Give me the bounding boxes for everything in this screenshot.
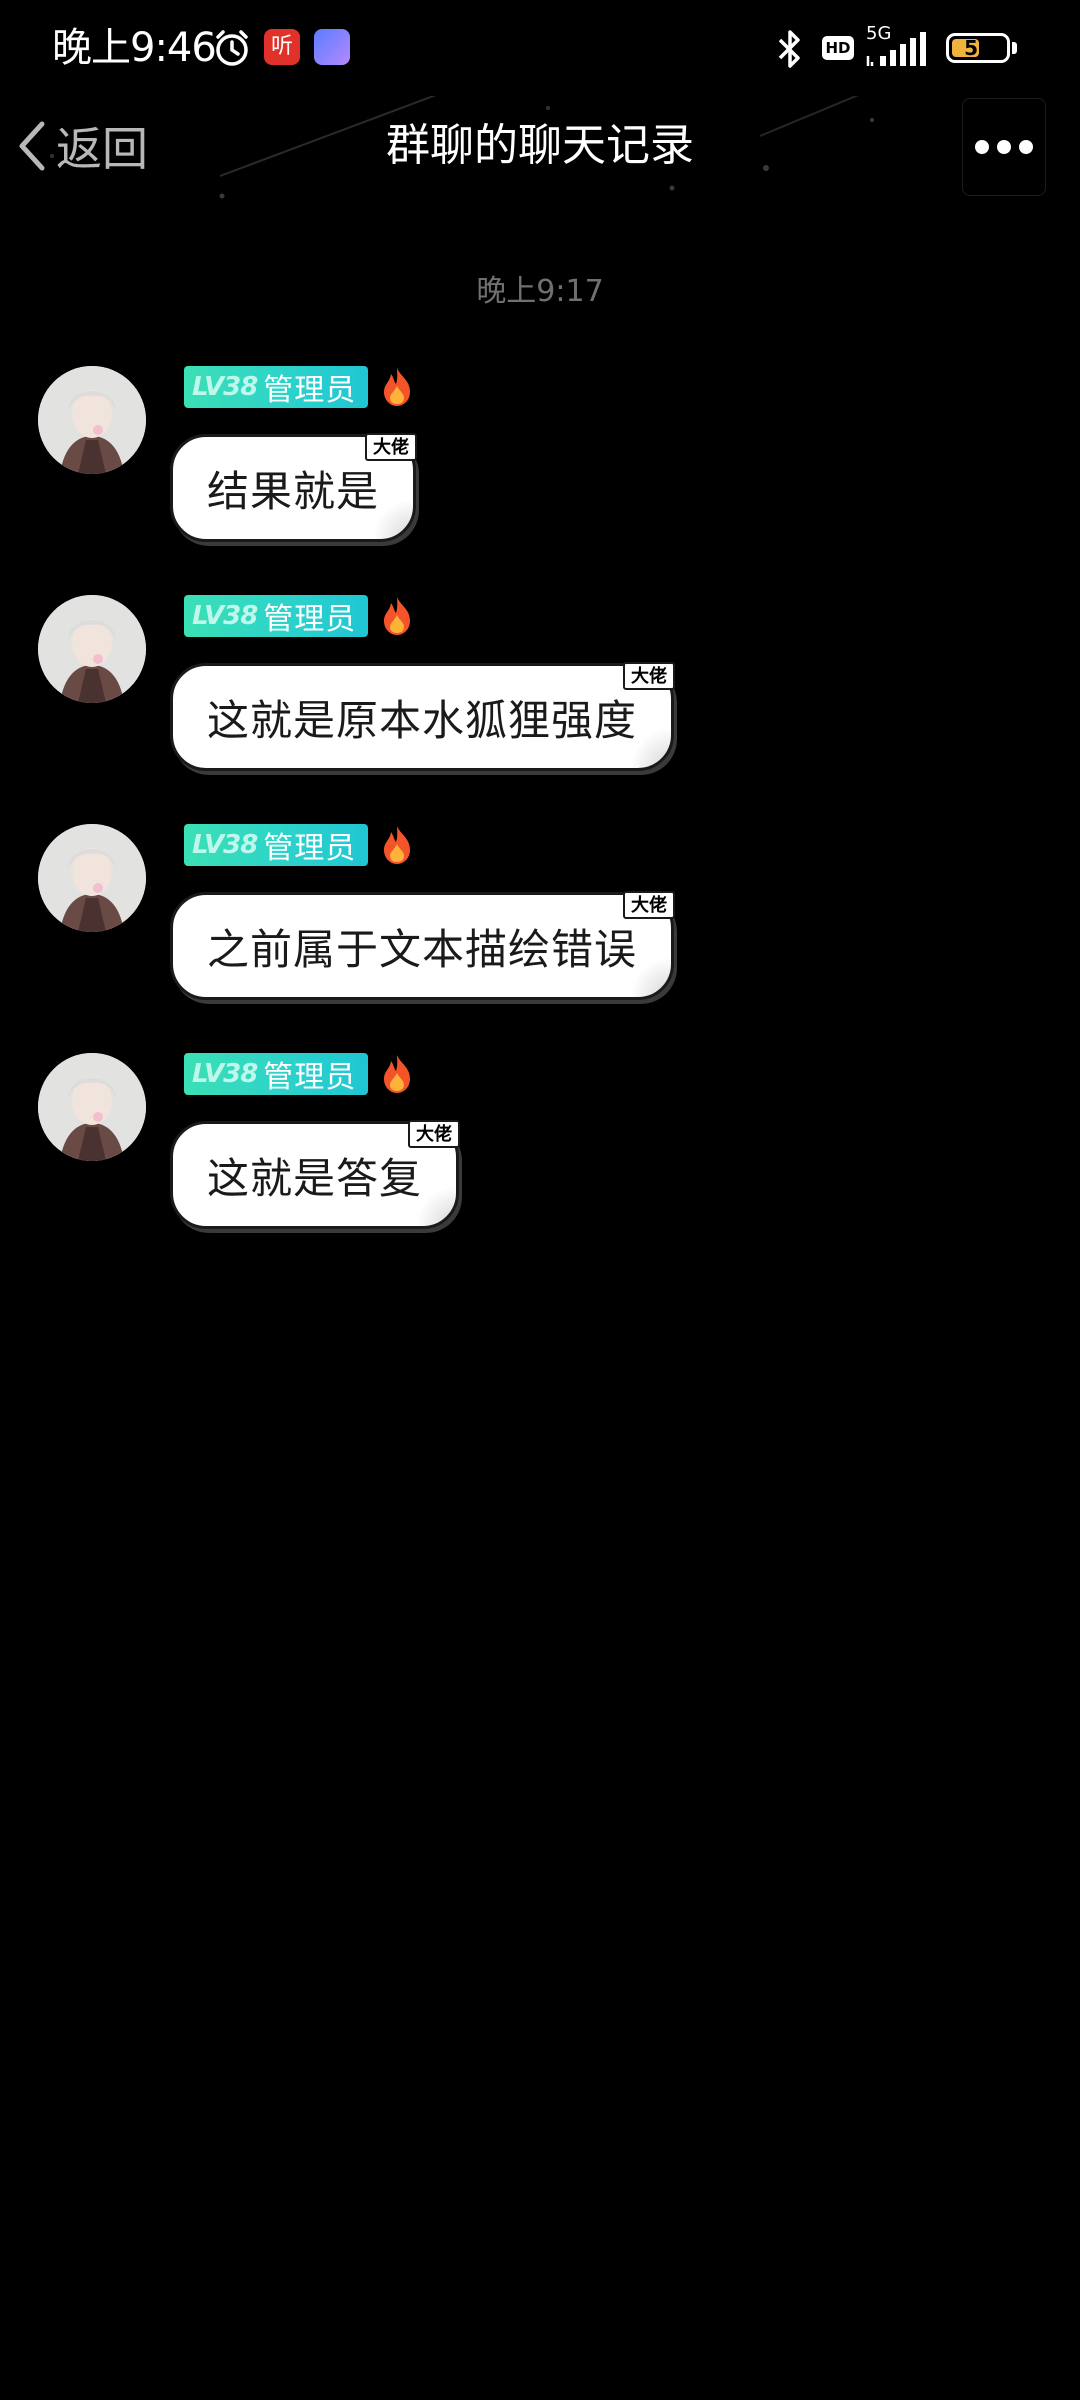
avatar-image (38, 1053, 146, 1161)
nav-bar: 返回 群聊的聊天记录 (0, 96, 1080, 200)
role-text: 管理员 (263, 1060, 357, 1095)
user-badges: LV38 管理员 (184, 595, 414, 637)
hd-icon: HD (822, 36, 854, 60)
avatar[interactable] (38, 824, 146, 932)
message-bubble[interactable]: 这就是答复 大佬 (170, 1120, 461, 1229)
more-button[interactable] (962, 98, 1046, 196)
role-text: 管理员 (263, 831, 357, 866)
status-time: 晚上9:46 (52, 25, 217, 71)
role-text: 管理员 (263, 373, 357, 408)
avatar[interactable] (38, 366, 146, 474)
message-bubble[interactable]: 之前属于文本描绘错误 大佬 (170, 891, 676, 1000)
message-item: LV38 管理员 之前属于文本描绘错误 大佬 (0, 824, 1080, 1034)
battery-cap (1012, 42, 1017, 54)
user-badges: LV38 管理员 (184, 366, 414, 408)
status-bar: 晚上9:46 听 HD 5G 52 (0, 0, 1080, 96)
title-tag: 大佬 (623, 662, 676, 690)
level-text: LV38 (192, 830, 258, 860)
message-bubble[interactable]: 结果就是 大佬 (170, 433, 418, 542)
level-text: LV38 (192, 372, 258, 402)
alarm-icon (216, 30, 248, 66)
message-text: 这就是原本水狐狸强度 (207, 695, 638, 745)
bluetooth-icon (778, 30, 800, 68)
more-icon-dot (997, 140, 1011, 154)
message-item: LV38 管理员 结果就是 大佬 (0, 366, 1080, 576)
title-tag: 大佬 (365, 433, 418, 461)
chat-timestamp: 晚上9:17 (476, 274, 604, 309)
page-title: 群聊的聊天记录 (386, 120, 694, 171)
battery-percent: 52 (964, 36, 992, 60)
level-badge: LV38 管理员 (184, 366, 369, 408)
level-badge: LV38 管理员 (184, 824, 369, 866)
fire-icon (384, 1055, 411, 1093)
message-text: 之前属于文本描绘错误 (207, 924, 638, 974)
title-tag: 大佬 (623, 891, 676, 919)
level-text: LV38 (192, 601, 258, 631)
message-item: LV38 管理员 这就是答复 大佬 (0, 1053, 1080, 1263)
level-text: LV38 (192, 1059, 258, 1089)
level-badge: LV38 管理员 (184, 595, 369, 637)
level-badge: LV38 管理员 (184, 1053, 369, 1095)
avatar-image (38, 824, 146, 932)
signal-icon (866, 32, 926, 66)
user-badges: LV38 管理员 (184, 1053, 414, 1095)
message-item: LV38 管理员 这就是原本水狐狸强度 大佬 (0, 595, 1080, 805)
role-text: 管理员 (263, 602, 357, 637)
more-icon (975, 140, 989, 154)
more-icon-dot (1019, 140, 1033, 154)
battery-icon: 52 (946, 33, 1010, 63)
game-app-icon (314, 29, 350, 65)
fire-icon (384, 597, 411, 635)
avatar[interactable] (38, 595, 146, 703)
avatar-image (38, 595, 146, 703)
message-text: 结果就是 (207, 466, 380, 516)
message-text: 这就是答复 (207, 1153, 423, 1203)
avatar-image (38, 366, 146, 474)
message-bubble[interactable]: 这就是原本水狐狸强度 大佬 (170, 662, 676, 771)
title-tag: 大佬 (408, 1120, 461, 1148)
fire-icon (384, 368, 411, 406)
avatar[interactable] (38, 1053, 146, 1161)
user-badges: LV38 管理员 (184, 824, 414, 866)
fire-icon (384, 826, 411, 864)
listen-app-icon: 听 (264, 29, 300, 65)
